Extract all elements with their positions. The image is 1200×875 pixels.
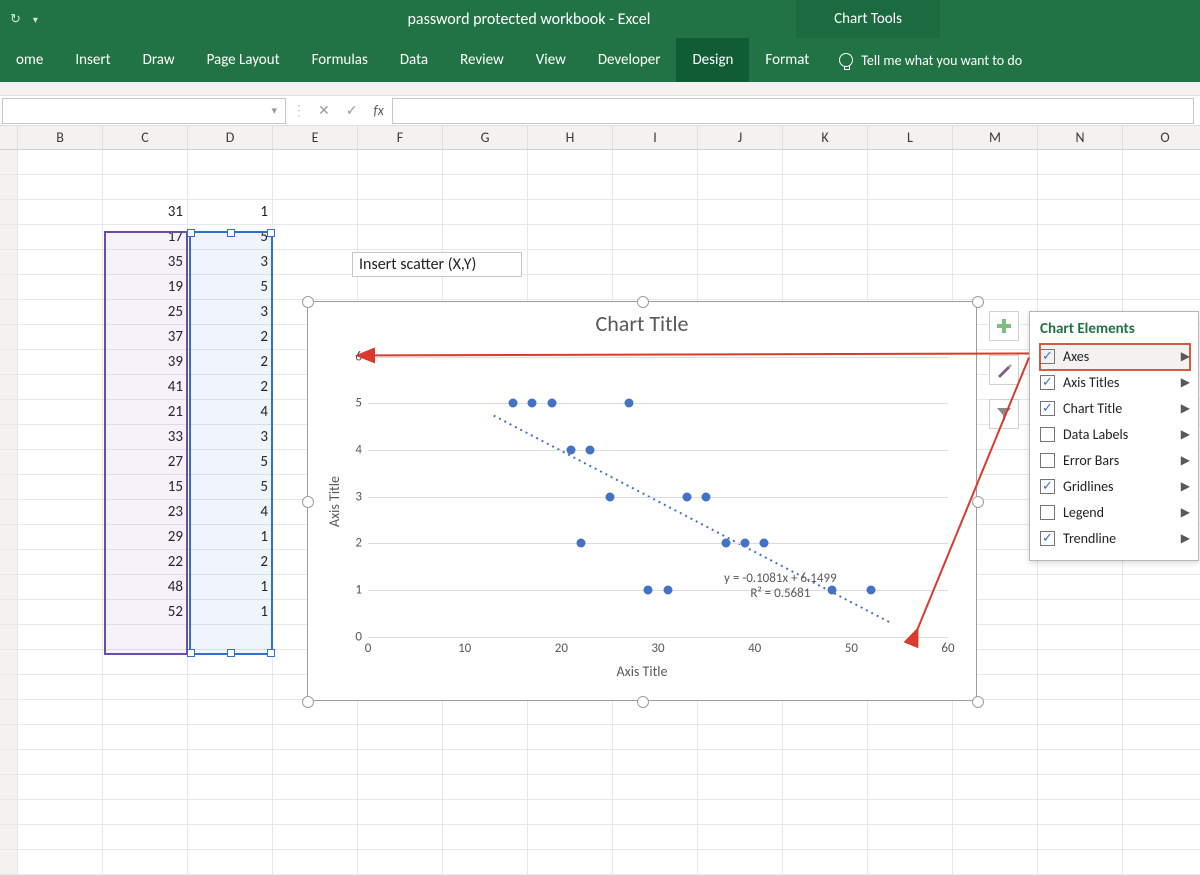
col-F: F bbox=[358, 126, 443, 149]
chart-elements-popup[interactable]: Chart Elements Axes▶Axis Titles▶Chart Ti… bbox=[1029, 311, 1199, 561]
tab-format[interactable]: Format bbox=[749, 38, 825, 82]
col-L: L bbox=[868, 126, 953, 149]
tab-page-layout[interactable]: Page Layout bbox=[191, 38, 296, 82]
checkbox[interactable] bbox=[1040, 453, 1055, 468]
tell-me-label: Tell me what you want to do bbox=[861, 52, 1022, 69]
chart-styles-button[interactable] bbox=[989, 355, 1019, 385]
plot-area[interactable]: 01234560102030405060 bbox=[368, 357, 948, 637]
checkbox[interactable] bbox=[1040, 375, 1055, 390]
trendline-equation: y = -0.1081x + 6.1499 R² = 0.5681 bbox=[724, 571, 837, 601]
chart-element-trendline[interactable]: Trendline ▶ bbox=[1040, 526, 1190, 552]
chart-title[interactable]: Chart Title bbox=[308, 310, 976, 337]
x-axis-title[interactable]: Axis Title bbox=[308, 663, 976, 680]
col-N: N bbox=[1038, 126, 1123, 149]
chart-element-axes[interactable]: Axes ▶ bbox=[1040, 344, 1190, 370]
formula-input[interactable] bbox=[392, 98, 1194, 124]
tell-me[interactable]: Tell me what you want to do bbox=[825, 38, 1022, 82]
tab-developer[interactable]: Developer bbox=[582, 38, 677, 82]
fx-label[interactable]: fx bbox=[365, 102, 391, 119]
chart-element-legend[interactable]: Legend ▶ bbox=[1040, 500, 1190, 526]
ribbon-body bbox=[0, 82, 1200, 96]
col-G: G bbox=[443, 126, 528, 149]
chart-tools-label: Chart Tools bbox=[796, 0, 940, 38]
col-K: K bbox=[783, 126, 868, 149]
chevron-right-icon[interactable]: ▶ bbox=[1181, 349, 1190, 364]
chart-element-data-labels[interactable]: Data Labels ▶ bbox=[1040, 422, 1190, 448]
cancel-icon[interactable]: ✕ bbox=[310, 102, 338, 119]
title-bar: ↻ ▾ password protected workbook - Excel … bbox=[0, 0, 1200, 38]
chart-element-error-bars[interactable]: Error Bars ▶ bbox=[1040, 448, 1190, 474]
tab-data[interactable]: Data bbox=[384, 38, 444, 82]
redo-icon[interactable]: ↻ bbox=[10, 12, 21, 27]
fx-separator: ⋮ bbox=[288, 102, 310, 119]
tab-home[interactable]: ome bbox=[0, 38, 59, 82]
col-M: M bbox=[953, 126, 1038, 149]
checkbox[interactable] bbox=[1040, 479, 1055, 494]
chevron-right-icon[interactable]: ▶ bbox=[1181, 427, 1190, 442]
name-box[interactable]: ▾ bbox=[2, 98, 286, 124]
enter-icon[interactable]: ✓ bbox=[338, 102, 366, 119]
chart-element-label: Legend bbox=[1063, 504, 1173, 521]
col-H: H bbox=[528, 126, 613, 149]
chevron-right-icon[interactable]: ▶ bbox=[1181, 505, 1190, 520]
col-C: C bbox=[103, 126, 188, 149]
chevron-right-icon[interactable]: ▶ bbox=[1181, 453, 1190, 468]
col-E: E bbox=[273, 126, 358, 149]
chart-element-label: Axis Titles bbox=[1063, 374, 1173, 391]
tab-insert[interactable]: Insert bbox=[59, 38, 126, 82]
chart-element-label: Axes bbox=[1063, 348, 1173, 365]
chart-element-label: Error Bars bbox=[1063, 452, 1173, 469]
ribbon-tabs: ome Insert Draw Page Layout Formulas Dat… bbox=[0, 38, 1200, 82]
chart-element-axis-titles[interactable]: Axis Titles ▶ bbox=[1040, 370, 1190, 396]
checkbox[interactable] bbox=[1040, 505, 1055, 520]
chart-element-label: Data Labels bbox=[1063, 426, 1173, 443]
formula-bar: ▾ ⋮ ✕ ✓ fx bbox=[0, 96, 1200, 126]
chart-element-gridlines[interactable]: Gridlines ▶ bbox=[1040, 474, 1190, 500]
tab-design[interactable]: Design bbox=[676, 38, 749, 82]
tab-draw[interactable]: Draw bbox=[127, 38, 191, 82]
col-J: J bbox=[698, 126, 783, 149]
checkbox[interactable] bbox=[1040, 531, 1055, 546]
chart-element-label: Gridlines bbox=[1063, 478, 1173, 495]
tab-review[interactable]: Review bbox=[444, 38, 520, 82]
col-I: I bbox=[613, 126, 698, 149]
bulb-icon bbox=[839, 53, 853, 67]
checkbox[interactable] bbox=[1040, 349, 1055, 364]
tab-formulas[interactable]: Formulas bbox=[296, 38, 384, 82]
window-title: password protected workbook - Excel bbox=[188, 10, 870, 29]
chevron-right-icon[interactable]: ▶ bbox=[1181, 375, 1190, 390]
chart-element-chart-title[interactable]: Chart Title ▶ bbox=[1040, 396, 1190, 422]
cell-F4-text[interactable]: Insert scatter (X,Y) bbox=[352, 252, 522, 277]
chevron-right-icon[interactable]: ▶ bbox=[1181, 531, 1190, 546]
chart-element-label: Trendline bbox=[1063, 530, 1173, 547]
qat-dropdown-icon[interactable]: ▾ bbox=[33, 13, 38, 26]
tab-view[interactable]: View bbox=[520, 38, 582, 82]
col-B: B bbox=[18, 126, 103, 149]
chevron-right-icon[interactable]: ▶ bbox=[1181, 401, 1190, 416]
checkbox[interactable] bbox=[1040, 427, 1055, 442]
col-D: D bbox=[188, 126, 273, 149]
col-O: O bbox=[1123, 126, 1200, 149]
y-axis-title[interactable]: Axis Title bbox=[326, 476, 343, 527]
chevron-right-icon[interactable]: ▶ bbox=[1181, 479, 1190, 494]
column-headers[interactable]: B C D E F G H I J K L M N O bbox=[0, 126, 1200, 150]
chart-object[interactable]: Chart Title Axis Title 01234560102030405… bbox=[307, 301, 977, 701]
popup-title: Chart Elements bbox=[1040, 320, 1190, 338]
checkbox[interactable] bbox=[1040, 401, 1055, 416]
chart-elements-button[interactable] bbox=[989, 311, 1019, 341]
chart-filters-button[interactable] bbox=[989, 399, 1019, 429]
chart-element-label: Chart Title bbox=[1063, 400, 1173, 417]
